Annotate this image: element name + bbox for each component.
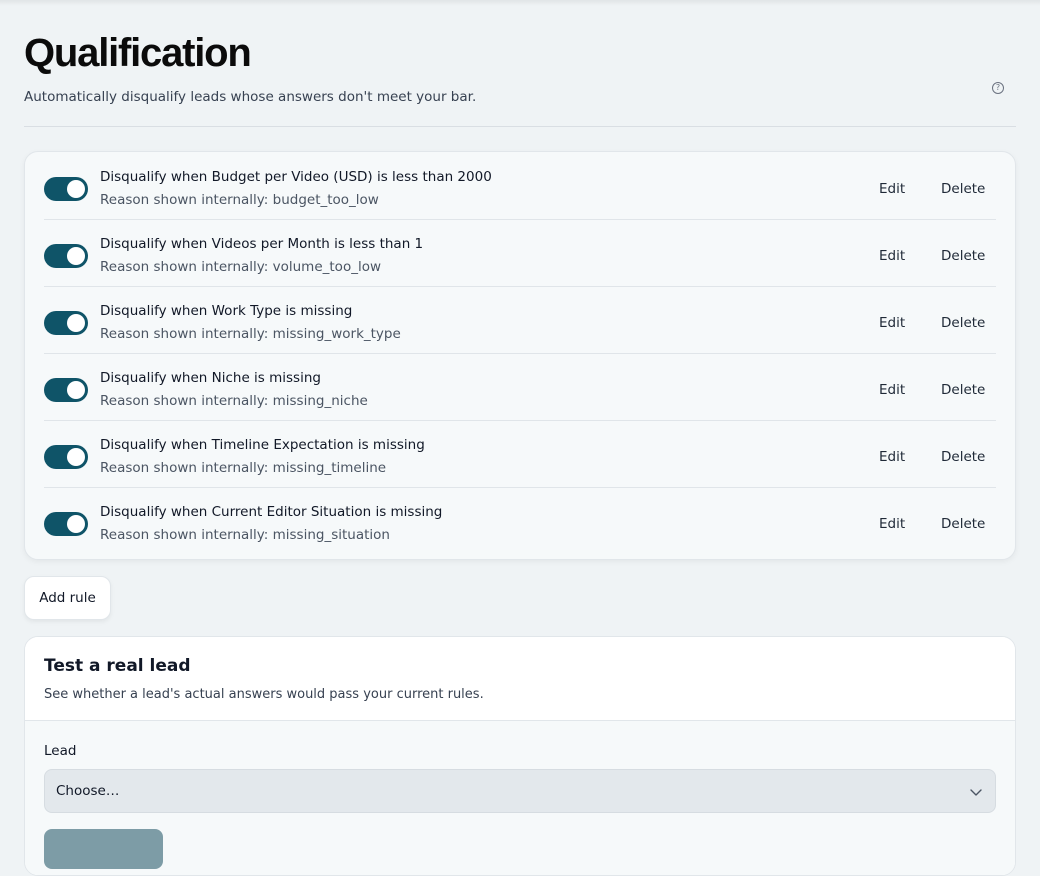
test-card-subtitle: See whether a lead's actual answers woul… — [44, 687, 484, 702]
toggle-knob — [67, 448, 85, 466]
rule-row: Disqualify when Budget per Video (USD) i… — [44, 153, 996, 220]
help-icon[interactable]: ? — [992, 82, 1004, 94]
rule-reason: Reason shown internally: budget_too_low — [100, 192, 379, 208]
lead-select[interactable]: Choose… — [44, 769, 996, 813]
edit-rule-button[interactable]: Edit — [879, 181, 905, 197]
page-subtitle: Automatically disqualify leads whose ans… — [24, 89, 477, 105]
rule-reason: Reason shown internally: missing_timelin… — [100, 460, 387, 476]
edit-rule-button[interactable]: Edit — [879, 248, 905, 264]
toggle-knob — [67, 180, 85, 198]
rules-list: Disqualify when Budget per Video (USD) i… — [24, 151, 1016, 560]
rule-reason: Reason shown internally: missing_situati… — [100, 527, 390, 543]
lead-label: Lead — [44, 743, 77, 759]
rule-toggle[interactable] — [44, 378, 88, 402]
run-test-button[interactable] — [44, 829, 163, 869]
test-card-title: Test a real lead — [44, 656, 191, 676]
rule-toggle[interactable] — [44, 311, 88, 335]
delete-rule-button[interactable]: Delete — [941, 449, 985, 465]
chevron-down-icon — [970, 789, 982, 796]
test-card-body: Lead Choose… — [25, 721, 1015, 875]
delete-rule-button[interactable]: Delete — [941, 382, 985, 398]
toggle-knob — [67, 381, 85, 399]
toggle-knob — [67, 314, 85, 332]
rule-row: Disqualify when Work Type is missing Rea… — [44, 287, 996, 354]
edit-rule-button[interactable]: Edit — [879, 315, 905, 331]
add-rule-button[interactable]: Add rule — [24, 576, 111, 620]
rule-toggle[interactable] — [44, 177, 88, 201]
rule-reason: Reason shown internally: missing_niche — [100, 393, 368, 409]
rule-row: Disqualify when Timeline Expectation is … — [44, 421, 996, 488]
test-card-header: Test a real lead See whether a lead's ac… — [25, 637, 1015, 721]
toggle-knob — [67, 247, 85, 265]
rule-reason: Reason shown internally: missing_work_ty… — [100, 326, 401, 342]
rule-title: Disqualify when Videos per Month is less… — [100, 236, 424, 252]
edit-rule-button[interactable]: Edit — [879, 382, 905, 398]
toggle-knob — [67, 515, 85, 533]
page-title: Qualification — [24, 31, 252, 75]
rule-toggle[interactable] — [44, 512, 88, 536]
rule-reason: Reason shown internally: volume_too_low — [100, 259, 382, 275]
test-lead-card: Test a real lead See whether a lead's ac… — [24, 636, 1016, 876]
top-shadow — [0, 0, 1040, 6]
delete-rule-button[interactable]: Delete — [941, 315, 985, 331]
rule-title: Disqualify when Timeline Expectation is … — [100, 437, 425, 453]
rule-title: Disqualify when Budget per Video (USD) i… — [100, 169, 492, 185]
rule-row: Disqualify when Niche is missing Reason … — [44, 354, 996, 421]
rule-title: Disqualify when Niche is missing — [100, 370, 321, 386]
rule-toggle[interactable] — [44, 244, 88, 268]
delete-rule-button[interactable]: Delete — [941, 181, 985, 197]
delete-rule-button[interactable]: Delete — [941, 516, 985, 532]
rule-title: Disqualify when Work Type is missing — [100, 303, 353, 319]
edit-rule-button[interactable]: Edit — [879, 516, 905, 532]
lead-select-value: Choose… — [56, 783, 120, 799]
delete-rule-button[interactable]: Delete — [941, 248, 985, 264]
rule-title: Disqualify when Current Editor Situation… — [100, 504, 443, 520]
header-divider — [24, 126, 1016, 127]
edit-rule-button[interactable]: Edit — [879, 449, 905, 465]
rule-row: Disqualify when Current Editor Situation… — [44, 488, 996, 555]
rule-toggle[interactable] — [44, 445, 88, 469]
rule-row: Disqualify when Videos per Month is less… — [44, 220, 996, 287]
